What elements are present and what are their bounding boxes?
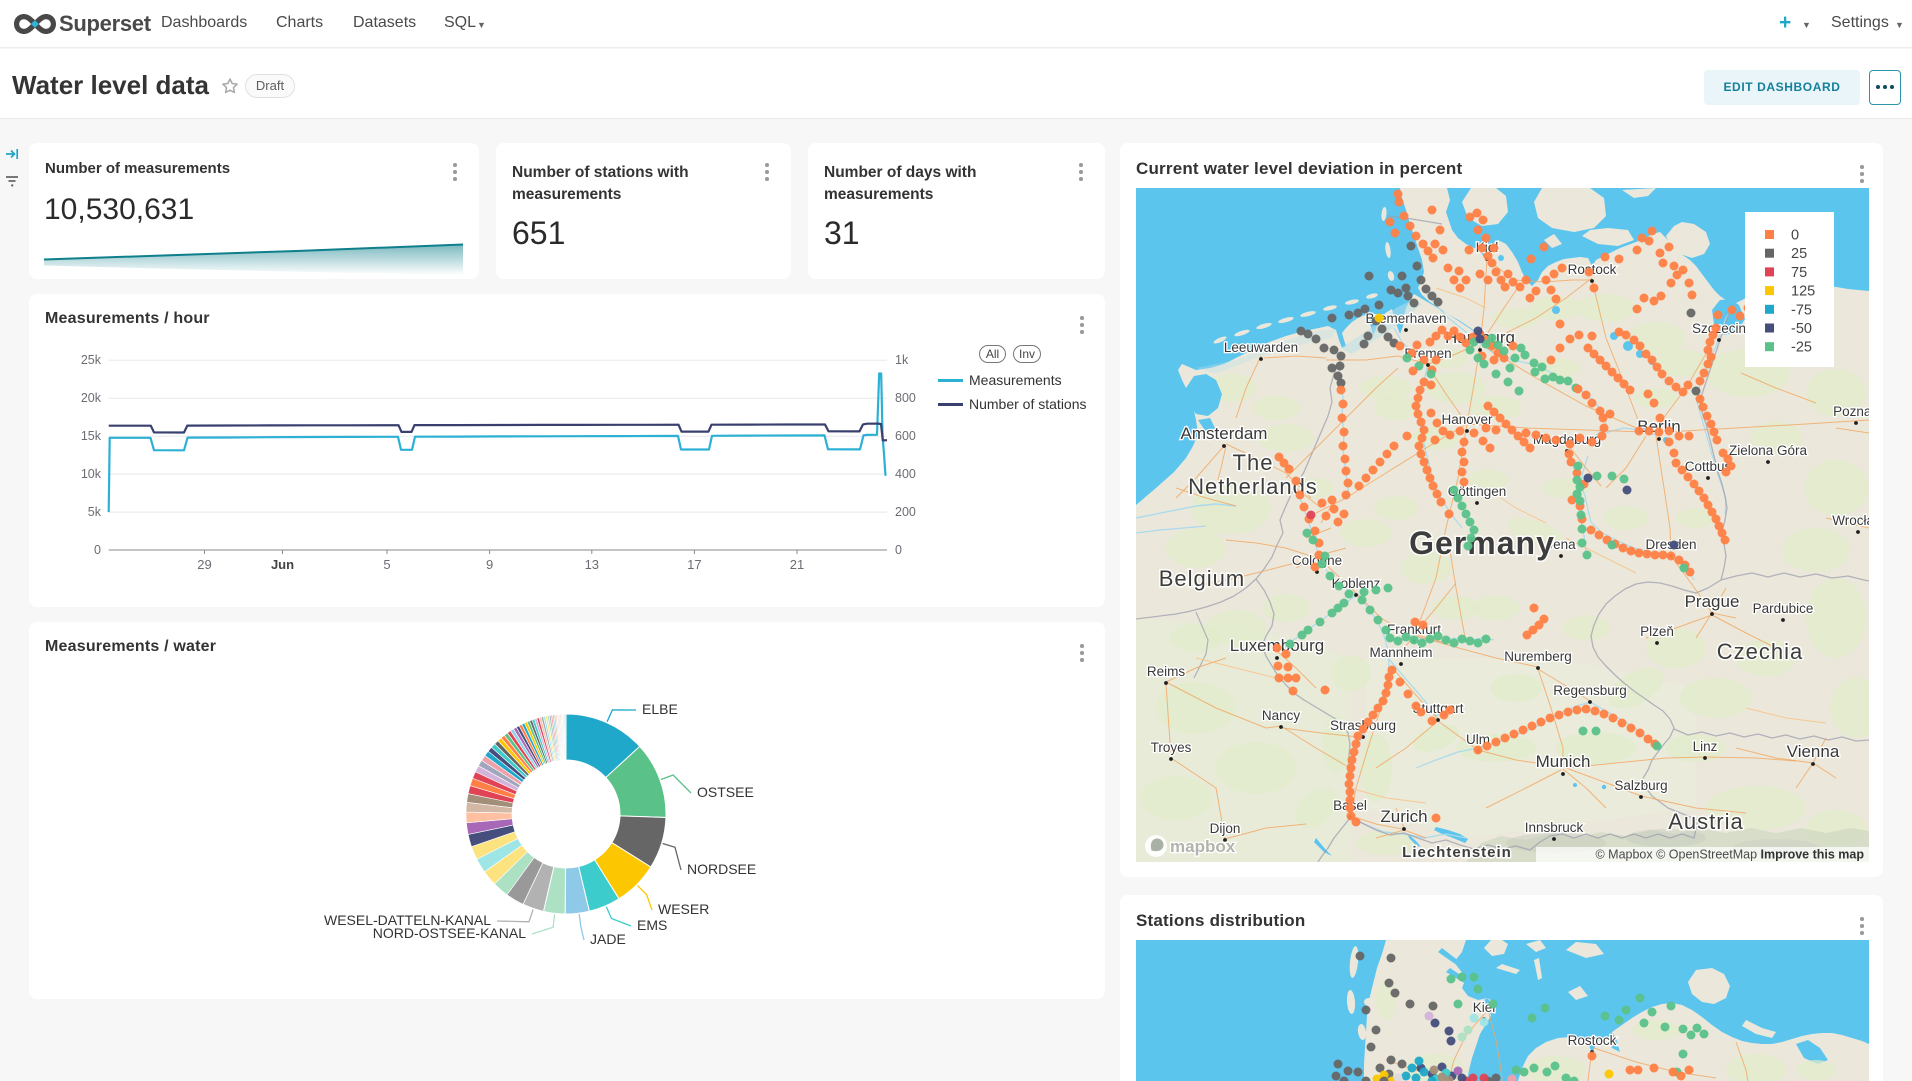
svg-text:Zurich: Zurich [1380,807,1427,826]
svg-text:25: 25 [1791,246,1807,262]
svg-text:-75: -75 [1791,302,1812,318]
svg-text:Dijon: Dijon [1210,821,1241,836]
svg-text:75: 75 [1791,265,1807,281]
svg-text:Pardubice: Pardubice [1753,601,1814,616]
svg-text:1k: 1k [895,353,909,367]
svg-text:20k: 20k [81,391,102,405]
svg-text:17: 17 [687,557,701,572]
svg-text:WESER: WESER [658,901,709,917]
svg-text:Rostock: Rostock [1568,1033,1617,1048]
svg-text:Vienna: Vienna [1787,742,1840,761]
svg-text:Reims: Reims [1147,664,1186,679]
svg-text:9: 9 [486,557,493,572]
svg-text:The: The [1233,450,1274,475]
svg-text:Linz: Linz [1693,739,1718,754]
svg-text:Innsbruck: Innsbruck [1525,820,1584,835]
svg-text:mapbox: mapbox [1170,837,1236,856]
svg-text:13: 13 [585,557,599,572]
svg-text:Nuremberg: Nuremberg [1504,649,1572,664]
svg-text:-25: -25 [1791,340,1812,356]
svg-text:Salzburg: Salzburg [1614,778,1667,793]
svg-text:200: 200 [895,505,916,519]
svg-text:600: 600 [895,429,916,443]
svg-text:Plzeň: Plzeň [1640,624,1674,639]
svg-text:21: 21 [790,557,804,572]
svg-text:5k: 5k [88,505,102,519]
svg-text:0: 0 [1791,228,1799,244]
svg-text:Zielona Góra: Zielona Góra [1729,443,1808,458]
svg-text:Wrocław: Wrocław [1832,513,1869,528]
svg-text:Poznań: Poznań [1833,404,1869,419]
svg-text:Leeuwarden: Leeuwarden [1224,340,1298,355]
svg-text:ELBE: ELBE [642,701,678,717]
svg-text:Amsterdam: Amsterdam [1181,424,1268,443]
svg-text:5: 5 [383,557,390,572]
svg-text:Troyes: Troyes [1151,740,1192,755]
svg-text:29: 29 [197,557,211,572]
svg-text:Prague: Prague [1685,592,1740,611]
svg-text:Czechia: Czechia [1717,639,1803,664]
svg-text:JADE: JADE [590,931,626,947]
svg-text:© Mapbox © OpenStreetMap Impro: © Mapbox © OpenStreetMap Improve this ma… [1595,848,1864,862]
svg-text:Regensburg: Regensburg [1553,683,1627,698]
svg-text:Liechtenstein: Liechtenstein [1402,844,1512,861]
svg-text:25k: 25k [81,353,102,367]
svg-text:Nancy: Nancy [1262,708,1301,723]
svg-text:Germany: Germany [1409,525,1555,561]
svg-text:0: 0 [895,543,902,557]
svg-text:15k: 15k [81,429,102,443]
svg-text:800: 800 [895,391,916,405]
svg-text:10k: 10k [81,467,102,481]
svg-text:OSTSEE: OSTSEE [697,784,754,800]
svg-text:Munich: Munich [1536,752,1591,771]
svg-text:-50: -50 [1791,321,1812,337]
svg-text:EMS: EMS [637,917,667,933]
svg-text:Jun: Jun [271,557,294,572]
svg-text:Belgium: Belgium [1159,566,1245,591]
svg-text:125: 125 [1791,284,1815,300]
svg-text:0: 0 [94,543,101,557]
svg-text:Austria: Austria [1668,809,1743,834]
svg-text:WESEL-DATTELN-KANAL: WESEL-DATTELN-KANAL [324,912,491,928]
svg-text:400: 400 [895,467,916,481]
svg-text:NORDSEE: NORDSEE [687,861,756,877]
